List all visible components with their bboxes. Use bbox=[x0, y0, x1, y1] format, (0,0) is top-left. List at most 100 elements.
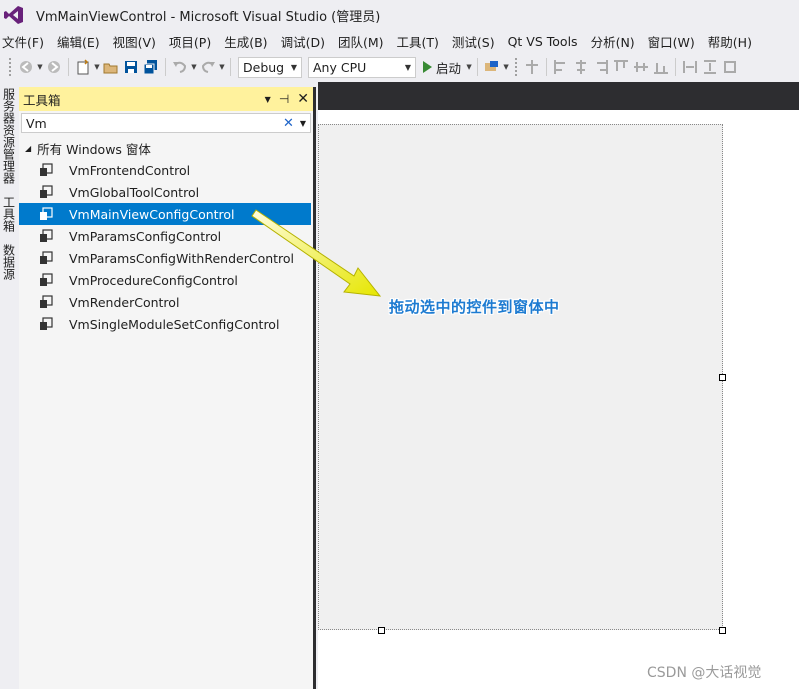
user-control-icon bbox=[39, 163, 53, 177]
toolbar-separator bbox=[546, 58, 548, 76]
window-title: VmMainViewControl - Microsoft Visual Stu… bbox=[36, 9, 381, 25]
align-to-grid-icon[interactable] bbox=[523, 57, 541, 77]
toolbar-grip[interactable] bbox=[8, 57, 12, 77]
align-tops-icon[interactable] bbox=[612, 57, 630, 77]
user-control-icon bbox=[39, 229, 53, 243]
menu-item[interactable]: 项目(P) bbox=[165, 32, 220, 51]
undo-dropdown-icon[interactable]: ▼ bbox=[190, 57, 198, 77]
redo-icon[interactable] bbox=[199, 57, 217, 77]
standard-toolbar: ▼ ▼ ▼ ▼ Debug ▼ Any CPU ▼ 启动 ▼ ▼ bbox=[0, 53, 799, 81]
browser-link-dropdown-icon[interactable]: ▼ bbox=[502, 57, 510, 77]
toolbar-separator bbox=[230, 58, 231, 76]
menu-item[interactable]: Qt VS Tools bbox=[504, 34, 587, 49]
toolbox-item-label: VmRenderControl bbox=[69, 294, 180, 310]
toolbox-search-input[interactable]: Vm ✕ ▼ bbox=[21, 113, 311, 133]
expand-collapse-icon[interactable]: ◢ bbox=[25, 144, 31, 153]
toolbar-separator bbox=[477, 58, 479, 76]
toolbar-separator bbox=[165, 58, 166, 76]
undo-icon[interactable] bbox=[171, 57, 189, 77]
resize-handle-right[interactable] bbox=[719, 374, 726, 381]
toolbox-item-label: VmMainViewConfigControl bbox=[69, 206, 235, 222]
toolbox-tab[interactable]: 工具箱 bbox=[0, 194, 18, 234]
toolbox-item-label: VmFrontendControl bbox=[69, 162, 191, 178]
save-all-icon[interactable] bbox=[142, 57, 160, 77]
redo-dropdown-icon[interactable]: ▼ bbox=[218, 57, 226, 77]
annotation-text: 拖动选中的控件到窗体中 bbox=[389, 298, 560, 316]
platform-value: Any CPU bbox=[313, 59, 367, 75]
close-icon[interactable]: ✕ bbox=[297, 91, 309, 107]
save-icon[interactable] bbox=[122, 57, 140, 77]
start-dropdown-icon[interactable]: ▼ bbox=[465, 57, 473, 77]
menu-bar: 文件(F) 编辑(E) 视图(V) 项目(P) 生成(B) 调试(D) 团队(M) 工具(T)… bbox=[0, 30, 799, 52]
resize-handle-bottom[interactable] bbox=[378, 627, 385, 634]
menu-item[interactable]: 工具(T) bbox=[393, 32, 448, 51]
toolbar-separator bbox=[68, 58, 69, 76]
search-value: Vm bbox=[26, 115, 47, 131]
menu-item[interactable]: 文件(F) bbox=[0, 32, 53, 51]
configuration-value: Debug bbox=[243, 59, 285, 75]
play-icon bbox=[423, 61, 432, 73]
category-label: 所有 Windows 窗体 bbox=[37, 141, 151, 157]
title-bar: VmMainViewControl - Microsoft Visual Stu… bbox=[0, 0, 799, 30]
annotation-arrow-icon bbox=[251, 209, 382, 297]
menu-item[interactable]: 测试(S) bbox=[448, 32, 504, 51]
back-dropdown-icon[interactable]: ▼ bbox=[36, 57, 44, 77]
make-same-size-icon[interactable] bbox=[721, 57, 739, 77]
forward-icon[interactable] bbox=[45, 57, 63, 77]
toolbox-item-label: VmGlobalToolControl bbox=[69, 184, 200, 200]
new-project-icon[interactable] bbox=[74, 57, 92, 77]
chevron-down-icon: ▼ bbox=[404, 62, 411, 72]
toolbox-panel: 工具箱 ▼ ⊣ ✕ Vm ✕ ▼ ◢ 所有 Windows 窗体 VmFront… bbox=[19, 87, 316, 689]
back-icon[interactable] bbox=[17, 57, 35, 77]
align-bottoms-icon[interactable] bbox=[652, 57, 670, 77]
align-rights-icon[interactable] bbox=[592, 57, 610, 77]
server-explorer-tab[interactable]: 服务器资源管理器 bbox=[0, 86, 18, 186]
align-lefts-icon[interactable] bbox=[552, 57, 570, 77]
toolbar-separator bbox=[675, 58, 677, 76]
browser-link-icon[interactable] bbox=[483, 57, 501, 77]
new-dropdown-icon[interactable]: ▼ bbox=[93, 57, 101, 77]
make-same-height-icon[interactable] bbox=[701, 57, 719, 77]
toolbar-grip[interactable] bbox=[514, 57, 519, 77]
search-options-dropdown-icon[interactable]: ▼ bbox=[300, 119, 306, 128]
toolbox-category[interactable]: ◢ 所有 Windows 窗体 bbox=[19, 137, 313, 159]
configuration-select[interactable]: Debug ▼ bbox=[238, 56, 302, 78]
toolbox-item[interactable]: VmFrontendControl bbox=[19, 159, 313, 181]
toolbox-item-label: VmParamsConfigControl bbox=[69, 228, 222, 244]
user-control-icon bbox=[39, 251, 53, 265]
toolbox-header: 工具箱 ▼ ⊣ ✕ bbox=[19, 87, 313, 111]
window-position-dropdown-icon[interactable]: ▼ bbox=[265, 95, 271, 104]
menu-item[interactable]: 视图(V) bbox=[109, 32, 165, 51]
menu-item[interactable]: 团队(M) bbox=[334, 32, 393, 51]
watermark: CSDN @大话视觉 bbox=[647, 665, 762, 681]
user-control-icon bbox=[39, 317, 53, 331]
user-control-icon bbox=[39, 185, 53, 199]
menu-item[interactable]: 窗口(W) bbox=[644, 32, 704, 51]
resize-handle-bottom-right[interactable] bbox=[719, 627, 726, 634]
open-file-icon[interactable] bbox=[102, 57, 120, 77]
menu-item[interactable]: 帮助(H) bbox=[704, 32, 761, 51]
menu-item[interactable]: 生成(B) bbox=[220, 32, 276, 51]
toolbox-item[interactable]: VmSingleModuleSetConfigControl bbox=[19, 313, 313, 335]
menu-item[interactable]: 调试(D) bbox=[277, 32, 334, 51]
platform-select[interactable]: Any CPU ▼ bbox=[308, 56, 416, 78]
menu-item[interactable]: 分析(N) bbox=[587, 32, 644, 51]
user-control-icon bbox=[39, 207, 53, 221]
toolbox-item-label: VmProcedureConfigControl bbox=[69, 272, 238, 288]
clear-search-icon[interactable]: ✕ bbox=[283, 116, 294, 131]
start-debugging-button[interactable]: 启动 bbox=[423, 58, 461, 77]
auto-hide-pin-icon[interactable]: ⊣ bbox=[279, 92, 289, 106]
user-control-icon bbox=[39, 295, 53, 309]
user-control-icon bbox=[39, 273, 53, 287]
side-tab-strip: 服务器资源管理器 工具箱 数据源 bbox=[0, 82, 18, 689]
make-same-width-icon[interactable] bbox=[681, 57, 699, 77]
chevron-down-icon: ▼ bbox=[290, 62, 297, 72]
visual-studio-logo-icon bbox=[0, 0, 28, 30]
menu-item[interactable]: 编辑(E) bbox=[53, 32, 109, 51]
toolbox-item-label: VmSingleModuleSetConfigControl bbox=[69, 316, 280, 332]
align-middles-icon[interactable] bbox=[632, 57, 650, 77]
align-centers-icon[interactable] bbox=[572, 57, 590, 77]
data-sources-tab[interactable]: 数据源 bbox=[0, 242, 18, 282]
start-label: 启动 bbox=[436, 60, 462, 76]
toolbox-title: 工具箱 bbox=[23, 92, 61, 108]
